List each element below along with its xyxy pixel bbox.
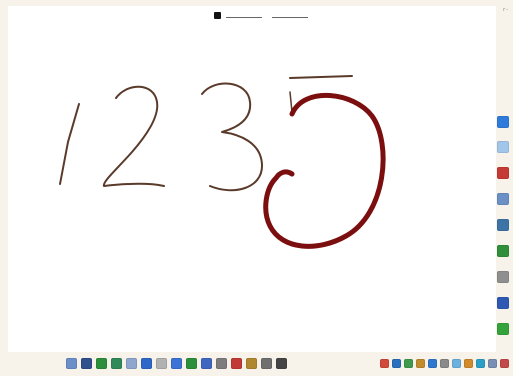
tool-icon-12[interactable] [231, 358, 242, 369]
tool-icon-3[interactable] [96, 358, 107, 369]
tool-icon-5[interactable] [126, 358, 137, 369]
bottom-toolbar [66, 356, 318, 372]
side-app-icon-5[interactable] [497, 219, 509, 231]
side-app-icon-8[interactable] [497, 297, 509, 309]
tray-icon-1[interactable] [380, 359, 389, 368]
side-app-icon-3[interactable] [497, 167, 509, 179]
side-app-icon-7[interactable] [497, 271, 509, 283]
tool-icon-7[interactable] [156, 358, 167, 369]
tray-icon-5[interactable] [428, 359, 437, 368]
drawing-canvas[interactable] [8, 6, 496, 352]
tray-icon-8[interactable] [464, 359, 473, 368]
tray-icon-3[interactable] [404, 359, 413, 368]
pen-tool-icon[interactable] [214, 12, 221, 19]
side-app-icon-4[interactable] [497, 193, 509, 205]
tool-icon-8[interactable] [171, 358, 182, 369]
side-app-icon-2[interactable] [497, 141, 509, 153]
top-right-status-text: r - [503, 7, 511, 13]
tray-icon-2[interactable] [392, 359, 401, 368]
tray-icon-9[interactable] [476, 359, 485, 368]
tool-icon-14[interactable] [261, 358, 272, 369]
tray-icon-6[interactable] [440, 359, 449, 368]
tray-icon-10[interactable] [488, 359, 497, 368]
tray-icon-4[interactable] [416, 359, 425, 368]
side-app-icon-1[interactable] [497, 116, 509, 128]
tool-icon-9[interactable] [186, 358, 197, 369]
tool-icon-1[interactable] [66, 358, 77, 369]
right-dock [495, 112, 511, 344]
tray-icon-7[interactable] [452, 359, 461, 368]
top-toolbar [214, 10, 310, 22]
line-slot-2[interactable] [272, 17, 308, 18]
tray-icon-11[interactable] [500, 359, 509, 368]
tool-icon-2[interactable] [81, 358, 92, 369]
tool-icon-15[interactable] [276, 358, 287, 369]
line-slot-1[interactable] [226, 17, 262, 18]
side-app-icon-9[interactable] [497, 323, 509, 335]
tool-icon-11[interactable] [216, 358, 227, 369]
tool-icon-10[interactable] [201, 358, 212, 369]
tool-icon-4[interactable] [111, 358, 122, 369]
system-tray [380, 356, 512, 372]
side-app-icon-6[interactable] [497, 245, 509, 257]
tool-icon-13[interactable] [246, 358, 257, 369]
tool-icon-6[interactable] [141, 358, 152, 369]
